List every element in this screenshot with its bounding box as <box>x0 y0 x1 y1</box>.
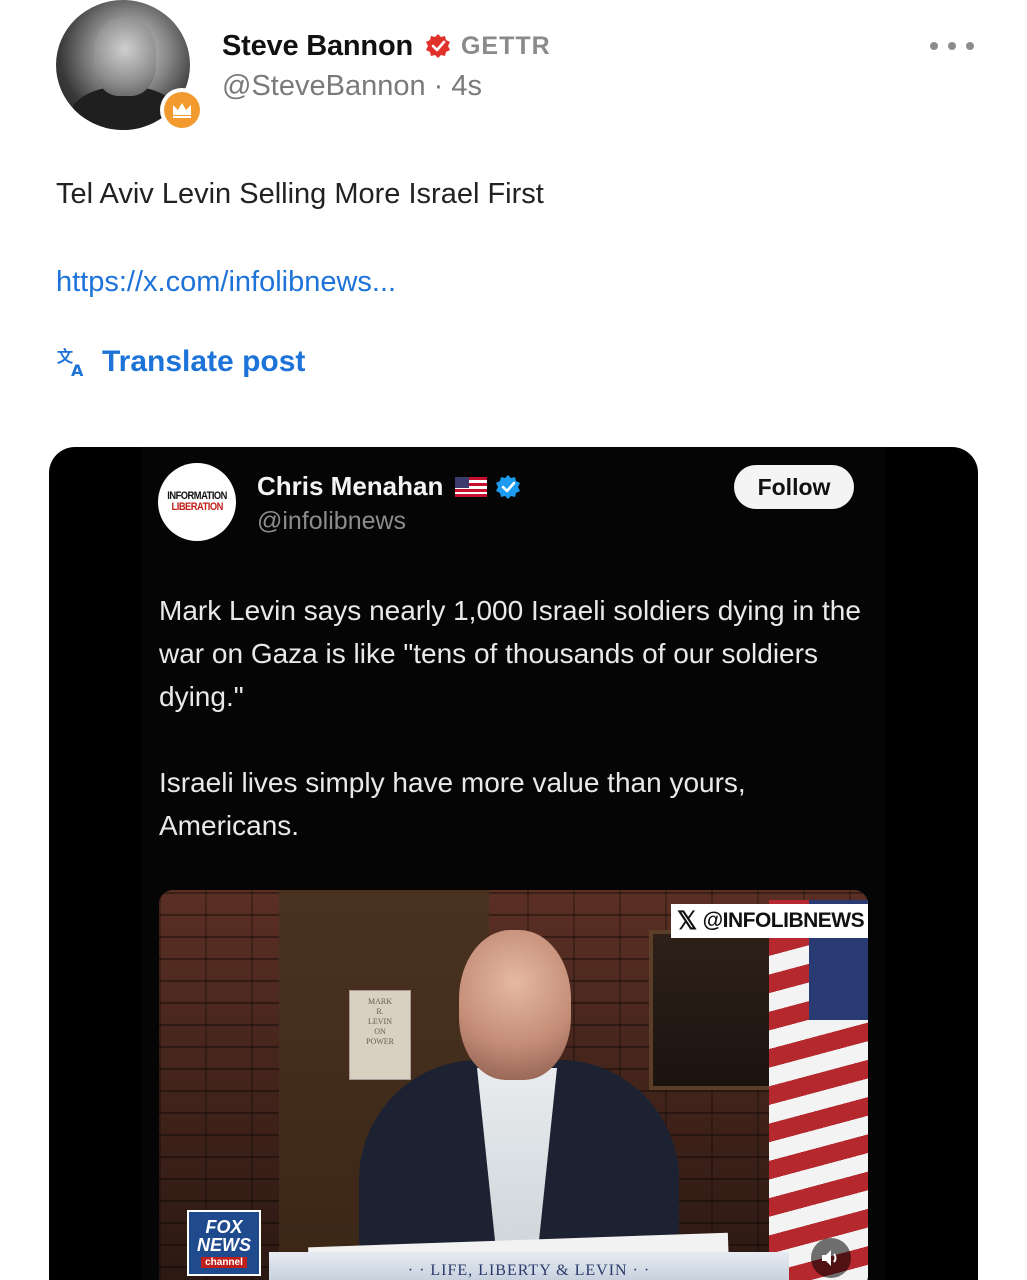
author-name-row: Steve Bannon GETTR <box>222 26 551 66</box>
speaker <box>459 930 571 1080</box>
fox-news-logo: FOX NEWS channel <box>187 1210 261 1276</box>
embedded-tweet: INFORMATION LIBERATION Chris Menahan @in… <box>141 447 885 1280</box>
us-flag-icon <box>455 476 488 497</box>
crown-badge-icon <box>160 88 204 132</box>
more-options-icon[interactable] <box>930 34 974 58</box>
post-text: Tel Aviv Levin Selling More Israel First <box>56 178 544 210</box>
embed-tweet-body: Mark Levin says nearly 1,000 Israeli sol… <box>159 589 875 847</box>
translate-label: Translate post <box>102 345 306 378</box>
author-handle[interactable]: @SteveBannon <box>222 70 426 102</box>
embed-author-name: Chris Menahan <box>257 471 444 501</box>
embedded-media-card[interactable]: INFORMATION LIBERATION Chris Menahan @in… <box>49 447 978 1280</box>
verified-badge-icon <box>425 34 450 58</box>
platform-tag: GETTR <box>460 31 551 60</box>
embed-paragraph-2: Israeli lives simply have more value tha… <box>159 767 746 841</box>
video-watermark: 𝕏 @INFOLIBNEWS <box>671 904 868 938</box>
show-title-banner: · · LIFE, LIBERTY & LEVIN · · <box>269 1252 789 1280</box>
verified-blue-icon <box>496 474 521 499</box>
translate-post-button[interactable]: 文 A Translate post <box>56 345 305 379</box>
embed-author-handle: @infolibnews <box>257 507 407 535</box>
embedded-video[interactable]: MARK R. LEVIN ON POWER 𝕏 @INFOLIBNEWS FO… <box>159 890 868 1280</box>
x-logo-icon: 𝕏 <box>677 907 697 935</box>
embed-paragraph-1: Mark Levin says nearly 1,000 Israeli sol… <box>159 595 861 712</box>
mute-icon[interactable] <box>811 1238 851 1278</box>
separator-dot: · <box>433 70 452 102</box>
follow-button: Follow <box>734 465 854 509</box>
post-link[interactable]: https://x.com/infolibnews... <box>56 266 396 299</box>
american-flag <box>769 900 868 1280</box>
author-handle-row: @SteveBannon · 4s <box>222 70 482 103</box>
svg-text:A: A <box>71 361 84 379</box>
translate-icon: 文 A <box>57 347 84 379</box>
embed-author-row: Chris Menahan <box>257 471 521 502</box>
book-cover: MARK R. LEVIN ON POWER <box>349 990 411 1080</box>
post-time: 4s <box>451 70 483 102</box>
information-liberation-logo: INFORMATION LIBERATION <box>158 463 236 541</box>
author-name[interactable]: Steve Bannon <box>222 30 413 63</box>
